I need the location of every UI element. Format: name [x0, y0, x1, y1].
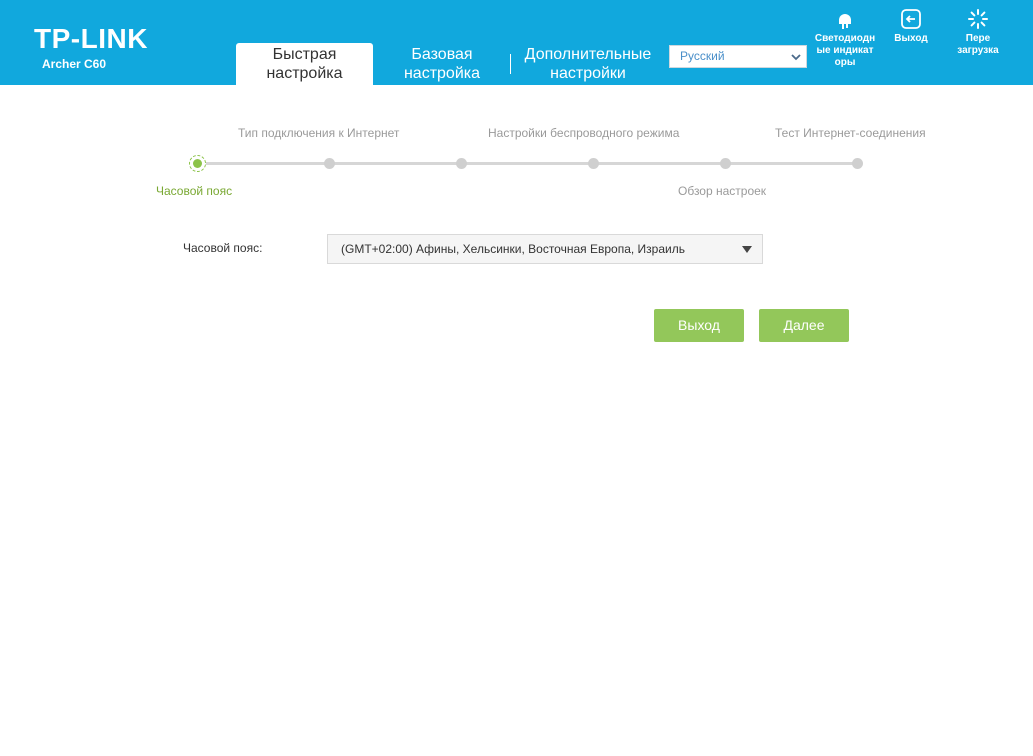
- step-dot-timezone: [189, 155, 206, 172]
- language-value: Русский: [680, 49, 725, 63]
- step-dot-review: [720, 158, 731, 169]
- logout-button-label: Выход: [894, 33, 928, 44]
- timezone-value: (GMT+02:00) Афины, Хельсинки, Восточная …: [341, 242, 685, 256]
- step-dot-connection-type: [324, 158, 335, 169]
- chevron-down-icon: [791, 54, 801, 61]
- tab-quick-setup-line1: Быстрая: [272, 46, 337, 63]
- step-label-timezone: Часовой пояс: [156, 184, 233, 198]
- tab-advanced[interactable]: Дополнительные настройки: [514, 45, 662, 85]
- next-button[interactable]: Далее: [759, 309, 849, 342]
- reboot-button-line2: загрузка: [957, 45, 999, 56]
- logout-icon: [901, 9, 921, 29]
- step-dot-wireless: [588, 158, 599, 169]
- tab-advanced-line2: настройки: [550, 65, 626, 82]
- tab-basic[interactable]: Базовая настройка: [392, 45, 492, 85]
- timezone-label: Часовой пояс:: [183, 241, 263, 255]
- reboot-button[interactable]: Пере загрузка: [950, 8, 1006, 57]
- led-button-line2: ые индикат: [816, 45, 874, 56]
- logout-button[interactable]: Выход: [887, 8, 935, 45]
- reboot-button-line1: Пере: [965, 33, 991, 44]
- step-label-review: Обзор настроек: [678, 184, 767, 198]
- caret-down-icon: [742, 246, 752, 253]
- step-label-wireless: Настройки беспроводного режима: [488, 126, 680, 140]
- reboot-icon: [968, 9, 988, 29]
- exit-button[interactable]: Выход: [654, 309, 744, 342]
- tab-quick-setup[interactable]: Быстрая настройка: [236, 43, 373, 85]
- brand-logo: TP-LINK: [34, 23, 148, 54]
- step-dot-internet-test: [852, 158, 863, 169]
- led-button-line1: Светодиодн: [814, 33, 876, 44]
- tab-basic-line2: настройка: [403, 65, 481, 82]
- tab-advanced-line1: Дополнительные: [524, 46, 652, 63]
- led-button-line3: оры: [834, 57, 856, 68]
- step-dot-step-3: [456, 158, 467, 169]
- progress-track: [197, 162, 858, 165]
- led-icon: [839, 14, 851, 29]
- tab-separator: [510, 54, 511, 74]
- timezone-select[interactable]: (GMT+02:00) Афины, Хельсинки, Восточная …: [327, 234, 763, 264]
- step-label-connection-type: Тип подключения к Интернет: [238, 126, 400, 140]
- led-button[interactable]: Светодиодн ые индикат оры: [812, 8, 878, 69]
- language-select[interactable]: Русский: [669, 45, 807, 68]
- model-name: Archer C60: [42, 57, 107, 71]
- step-label-internet-test: Тест Интернет-соединения: [775, 126, 926, 140]
- tab-basic-line1: Базовая: [411, 46, 473, 63]
- top-header: TP-LINK Archer C60 Быстрая настройка Баз…: [0, 0, 1033, 85]
- tab-quick-setup-line2: настройка: [266, 65, 343, 82]
